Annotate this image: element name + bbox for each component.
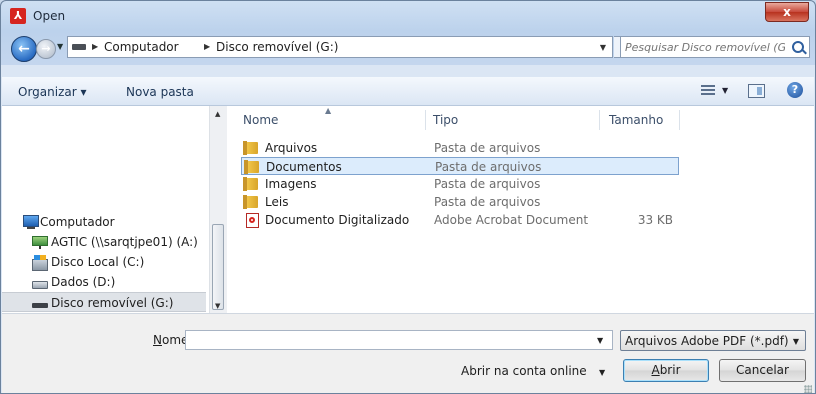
breadcrumb-separator-icon[interactable]: ▶ bbox=[204, 42, 210, 51]
breadcrumb[interactable]: ▶ Computador ▶ Disco removível (G:) ▼ bbox=[67, 36, 613, 58]
column-header-name[interactable]: Nome bbox=[243, 113, 278, 127]
nav-item-label: Disco removível (G:) bbox=[51, 296, 174, 310]
file-row-documento-digitalizado[interactable]: Documento Digitalizado Adobe Acrobat Doc… bbox=[241, 211, 679, 229]
pdf-file-icon bbox=[246, 213, 259, 228]
folder-icon bbox=[243, 195, 258, 209]
open-button-accesskey: A bbox=[651, 363, 660, 377]
nav-item-label: Computador bbox=[40, 215, 115, 229]
file-row-documentos[interactable]: Documentos Pasta de arquivos bbox=[241, 157, 679, 175]
removable-drive-icon bbox=[72, 44, 86, 50]
column-divider[interactable] bbox=[425, 110, 426, 130]
column-divider[interactable] bbox=[679, 110, 680, 130]
window-title: Open bbox=[33, 9, 66, 23]
navigation-pane: Computador AGTIC (\\sarqtjpe01) (A:) Dis… bbox=[2, 106, 209, 313]
scroll-up-icon[interactable]: ▲ bbox=[215, 110, 220, 118]
file-name-input[interactable] bbox=[185, 330, 613, 350]
file-size: 33 KB bbox=[637, 213, 673, 227]
file-type: Pasta de arquivos bbox=[435, 160, 542, 174]
view-chevron-down-icon[interactable]: ▼ bbox=[722, 86, 728, 95]
file-name-chevron-down-icon[interactable]: ▼ bbox=[597, 336, 603, 345]
search-box[interactable] bbox=[620, 36, 810, 58]
command-bar: Organizar ▾ Nova pasta ▼ ? bbox=[2, 77, 814, 106]
nav-item-label: AGTIC (\\sarqtjpe01) (A:) bbox=[51, 235, 198, 249]
nav-item-label: Dados (D:) bbox=[51, 275, 116, 289]
file-type-select[interactable]: Arquivos Adobe PDF (*.pdf) ▼ bbox=[620, 330, 806, 351]
open-online-account-button[interactable]: Abrir na conta online bbox=[461, 364, 587, 378]
resize-grip[interactable] bbox=[804, 385, 812, 393]
navigation-scrollbar[interactable]: ▲ ▼ bbox=[209, 106, 227, 313]
file-name: Documentos bbox=[266, 160, 342, 174]
cancel-button[interactable]: Cancelar bbox=[719, 359, 806, 382]
breadcrumb-removable-disk[interactable]: Disco removível (G:) bbox=[216, 40, 338, 54]
file-row-leis[interactable]: Leis Pasta de arquivos bbox=[241, 193, 679, 211]
local-disk-icon bbox=[32, 255, 48, 271]
organize-button[interactable]: Organizar ▾ bbox=[18, 85, 87, 99]
file-name: Documento Digitalizado bbox=[265, 213, 410, 227]
dialog-footer: Nome: ▼ Arquivos Adobe PDF (*.pdf) ▼ Abr… bbox=[2, 313, 814, 393]
file-type: Adobe Acrobat Document bbox=[434, 213, 589, 227]
nav-item-dados[interactable]: Dados (D:) bbox=[2, 272, 206, 292]
file-list: ▲ Nome Tipo Tamanho Arquivos Pasta de ar… bbox=[227, 106, 814, 313]
open-dialog: ⅄ Open x ← → ▼ ▶ Computador ▶ Disco remo… bbox=[0, 0, 816, 394]
file-row-arquivos[interactable]: Arquivos Pasta de arquivos bbox=[241, 139, 679, 157]
file-name: Imagens bbox=[265, 177, 317, 191]
file-type: Pasta de arquivos bbox=[434, 195, 541, 209]
computer-icon bbox=[23, 215, 39, 229]
open-button[interactable]: Abrir bbox=[623, 359, 709, 382]
file-type-chevron-down-icon: ▼ bbox=[792, 337, 799, 346]
recent-locations-chevron-icon[interactable]: ▼ bbox=[57, 42, 63, 51]
file-name: Arquivos bbox=[265, 141, 318, 155]
column-divider[interactable] bbox=[599, 110, 600, 130]
disk-icon bbox=[32, 281, 48, 289]
file-type-selected: Arquivos Adobe PDF (*.pdf) bbox=[625, 334, 789, 348]
folder-icon bbox=[243, 177, 258, 191]
sort-ascending-icon: ▲ bbox=[325, 106, 332, 115]
removable-disk-icon bbox=[32, 303, 48, 308]
search-input[interactable] bbox=[625, 39, 785, 55]
column-header-size[interactable]: Tamanho bbox=[609, 113, 663, 127]
breadcrumb-chevron-down-icon[interactable]: ▼ bbox=[600, 43, 606, 52]
scrollbar-thumb[interactable] bbox=[212, 224, 224, 310]
open-button-label: brir bbox=[659, 363, 681, 377]
nav-item-agtic[interactable]: AGTIC (\\sarqtjpe01) (A:) bbox=[2, 232, 206, 252]
forward-button[interactable]: → bbox=[36, 39, 56, 59]
nav-item-label: Disco Local (C:) bbox=[51, 255, 145, 269]
title-bar: ⅄ Open x bbox=[1, 1, 815, 31]
content-area: Computador AGTIC (\\sarqtjpe01) (A:) Dis… bbox=[2, 106, 814, 313]
help-icon[interactable]: ? bbox=[787, 82, 803, 98]
view-options-icon[interactable] bbox=[701, 85, 715, 97]
preview-pane-icon[interactable] bbox=[748, 84, 765, 98]
folder-icon bbox=[243, 141, 258, 155]
nav-item-computer[interactable]: Computador bbox=[2, 212, 206, 232]
breadcrumb-computer[interactable]: Computador bbox=[104, 40, 179, 54]
nav-item-removable-disk[interactable]: Disco removível (G:) bbox=[2, 292, 206, 312]
pdf-app-icon: ⅄ bbox=[10, 8, 26, 24]
network-drive-icon bbox=[32, 236, 48, 249]
file-type: Pasta de arquivos bbox=[434, 177, 541, 191]
open-online-chevron-down-icon[interactable]: ▼ bbox=[599, 368, 605, 377]
address-row: ← → ▼ ▶ Computador ▶ Disco removível (G:… bbox=[1, 31, 815, 65]
file-name: Leis bbox=[265, 195, 289, 209]
breadcrumb-separator-icon[interactable]: ▶ bbox=[92, 42, 98, 51]
folder-icon bbox=[244, 160, 259, 174]
search-icon[interactable] bbox=[792, 41, 804, 53]
file-name-label-accesskey: N bbox=[153, 333, 162, 347]
new-folder-button[interactable]: Nova pasta bbox=[126, 85, 194, 99]
back-button[interactable]: ← bbox=[11, 36, 37, 62]
close-button[interactable]: x bbox=[765, 2, 809, 22]
file-row-imagens[interactable]: Imagens Pasta de arquivos bbox=[241, 175, 679, 193]
file-type: Pasta de arquivos bbox=[434, 141, 541, 155]
nav-item-local-disk[interactable]: Disco Local (C:) bbox=[2, 252, 206, 272]
scroll-down-icon[interactable]: ▼ bbox=[215, 302, 220, 310]
column-header-type[interactable]: Tipo bbox=[433, 113, 458, 127]
